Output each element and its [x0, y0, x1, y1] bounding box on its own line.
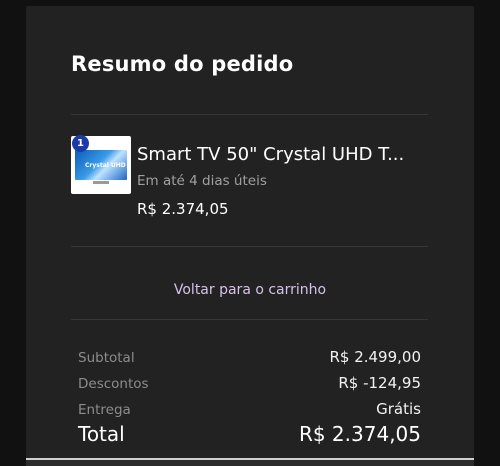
total-row: Total R$ 2.374,05 [78, 422, 421, 446]
delivery-estimate: Em até 4 dias úteis [137, 173, 267, 189]
discount-value: R$ -124,95 [338, 374, 421, 392]
order-summary-title: Resumo do pedido [71, 52, 294, 76]
product-price: R$ 2.374,05 [137, 200, 229, 218]
divider [71, 114, 428, 115]
page: Resumo do pedido Crystal UHD 1 Smart TV … [0, 0, 500, 466]
back-to-cart-link[interactable]: Voltar para o carrinho [26, 282, 474, 298]
product-name[interactable]: Smart TV 50" Crystal UHD T... [137, 144, 404, 165]
bottom-sheet-edge [26, 458, 474, 466]
shipping-label: Entrega [78, 402, 131, 418]
total-label: Total [78, 422, 125, 446]
shipping-value: Grátis [376, 400, 421, 418]
subtotal-value: R$ 2.499,00 [329, 348, 421, 366]
thumbnail-caption: Crystal UHD [85, 162, 126, 169]
subtotal-row: Subtotal R$ 2.499,00 [78, 348, 421, 366]
divider [71, 319, 428, 320]
tv-stand-image [93, 181, 109, 184]
discount-row: Descontos R$ -124,95 [78, 374, 421, 392]
total-value: R$ 2.374,05 [298, 422, 421, 446]
shipping-row: Entrega Grátis [78, 400, 421, 418]
subtotal-label: Subtotal [78, 350, 135, 366]
divider [71, 246, 428, 247]
discount-label: Descontos [78, 376, 149, 392]
order-summary-card: Resumo do pedido Crystal UHD 1 Smart TV … [26, 6, 474, 466]
quantity-badge: 1 [72, 135, 89, 152]
